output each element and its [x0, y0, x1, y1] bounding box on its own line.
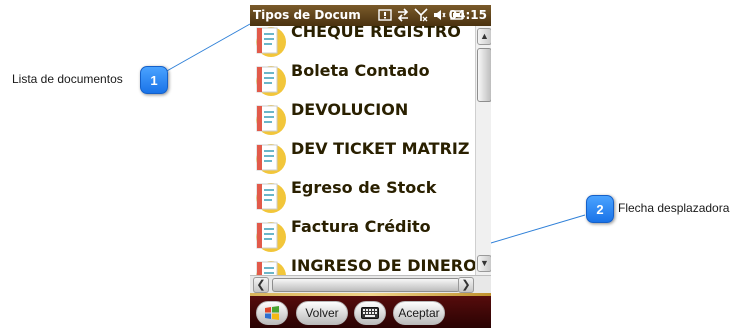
- left-softkey-volver[interactable]: Volver: [296, 301, 348, 325]
- horizontal-scrollbar[interactable]: ❮ ❯: [250, 275, 491, 293]
- list-item-label: Egreso de Stock: [291, 178, 437, 197]
- callout-label-2: Flecha desplazadora: [618, 201, 730, 215]
- soft-key-bar: Volver Aceptar: [250, 293, 491, 328]
- list-item-label: INGRESO DE DINERO: [291, 256, 475, 275]
- list-item-label: Factura Crédito: [291, 217, 431, 236]
- windows-logo-icon: [265, 306, 279, 320]
- no-signal-icon[interactable]: [414, 8, 428, 22]
- start-button[interactable]: [256, 301, 288, 325]
- document-icon: [256, 66, 286, 96]
- vertical-scrollbar[interactable]: ▲ ▼: [475, 26, 491, 275]
- keyboard-button[interactable]: [354, 301, 386, 325]
- clock: 04:15: [448, 8, 487, 22]
- right-softkey-aceptar[interactable]: Aceptar: [393, 301, 445, 325]
- document-icon: [256, 144, 286, 174]
- device-screen: Tipos de Docum 04:15 CHEQUE REGISTRO Bol…: [250, 5, 491, 328]
- list-item[interactable]: Egreso de Stock: [250, 176, 475, 215]
- list-item-label: Boleta Contado: [291, 61, 430, 80]
- list-item[interactable]: CHEQUE REGISTRO: [250, 26, 475, 59]
- softbar-accent-strip: [250, 293, 491, 296]
- keyboard-icon: [361, 307, 379, 319]
- speaker-icon[interactable]: [432, 8, 446, 22]
- list-item[interactable]: Boleta Contado: [250, 59, 475, 98]
- sync-arrows-icon[interactable]: [396, 8, 410, 22]
- scroll-left-arrow-icon[interactable]: ❮: [253, 277, 269, 293]
- document-icon: [256, 261, 286, 275]
- callout-label-1: Lista de documentos: [12, 72, 123, 86]
- document-icon: [256, 27, 286, 57]
- status-bar: Tipos de Docum 04:15: [250, 5, 491, 26]
- scroll-right-arrow-icon[interactable]: ❯: [458, 277, 474, 293]
- document-icon: [256, 222, 286, 252]
- document-list[interactable]: CHEQUE REGISTRO Boleta Contado DEVOLUCIO…: [250, 26, 475, 275]
- list-item-label: DEV TICKET MATRIZ: [291, 139, 470, 158]
- list-item[interactable]: DEVOLUCION: [250, 98, 475, 137]
- notification-icon[interactable]: [378, 8, 392, 22]
- vertical-scroll-thumb[interactable]: [477, 48, 491, 102]
- horizontal-scroll-thumb[interactable]: [272, 278, 460, 292]
- scroll-down-arrow-icon[interactable]: ▼: [477, 255, 491, 272]
- list-item[interactable]: DEV TICKET MATRIZ: [250, 137, 475, 176]
- document-icon: [256, 183, 286, 213]
- list-item-label: DEVOLUCION: [291, 100, 409, 119]
- document-icon: [256, 105, 286, 135]
- list-item[interactable]: INGRESO DE DINERO: [250, 254, 475, 275]
- window-title: Tipos de Docum: [253, 8, 361, 22]
- callout-line-1: [164, 23, 251, 73]
- scroll-up-arrow-icon[interactable]: ▲: [477, 28, 491, 45]
- list-item[interactable]: Factura Crédito: [250, 215, 475, 254]
- callout-badge-1: 1: [140, 66, 168, 94]
- list-item-label: CHEQUE REGISTRO: [291, 26, 461, 41]
- callout-badge-2: 2: [586, 195, 614, 223]
